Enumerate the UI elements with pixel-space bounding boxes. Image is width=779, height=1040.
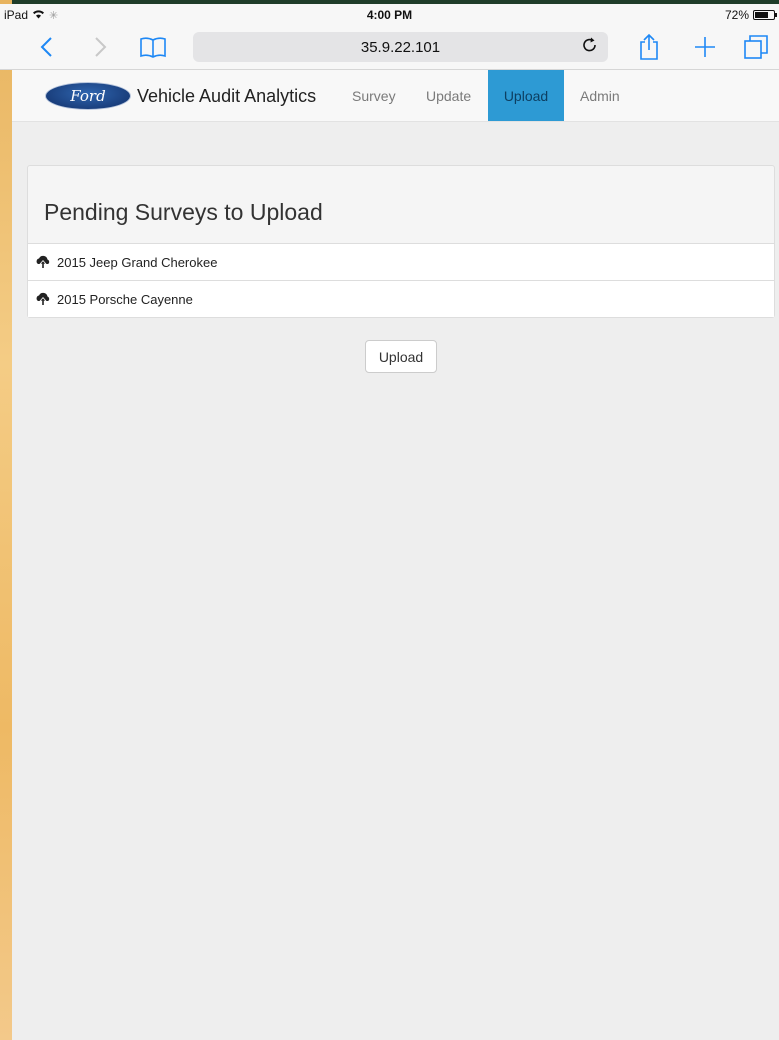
list-item[interactable]: 2015 Jeep Grand Cherokee (28, 243, 774, 280)
main-content: Pending Surveys to Upload 2015 Jeep Gran… (12, 122, 779, 1040)
pending-surveys-panel: Pending Surveys to Upload 2015 Jeep Gran… (27, 165, 775, 318)
app-navbar: Ford Vehicle Audit Analytics Survey Upda… (12, 70, 779, 122)
forward-icon[interactable] (89, 32, 113, 62)
status-right: 72% (724, 8, 777, 22)
bookmarks-icon[interactable] (138, 32, 168, 62)
nav-item-upload[interactable]: Upload (488, 70, 564, 121)
nav-item-update[interactable]: Update (412, 70, 485, 121)
list-item[interactable]: 2015 Porsche Cayenne (28, 280, 774, 317)
tabs-icon[interactable] (742, 32, 770, 62)
nav-item-survey[interactable]: Survey (338, 70, 410, 121)
upload-button[interactable]: Upload (365, 340, 437, 373)
back-icon[interactable] (34, 32, 58, 62)
reload-icon[interactable] (582, 36, 598, 59)
cloud-upload-icon (35, 255, 51, 269)
address-bar[interactable]: 35.9.22.101 (193, 32, 608, 62)
status-time: 4:00 PM (366, 8, 413, 22)
url-text: 35.9.22.101 (360, 39, 441, 56)
window-frame-left (0, 0, 12, 1040)
new-tab-icon[interactable] (692, 32, 718, 62)
list-item-label: 2015 Porsche Cayenne (57, 291, 193, 307)
ford-logo[interactable]: Ford (45, 82, 131, 110)
battery-percent: 72% (724, 8, 749, 22)
status-bar: iPad ✳ 4:00 PM 72% (0, 4, 779, 26)
logo-text: Ford (70, 87, 106, 105)
battery-icon (753, 10, 777, 20)
panel-title: Pending Surveys to Upload (44, 199, 323, 225)
list-item-label: 2015 Jeep Grand Cherokee (57, 254, 218, 270)
brand-title[interactable]: Vehicle Audit Analytics (137, 86, 316, 107)
share-icon[interactable] (636, 32, 662, 62)
cloud-upload-icon (35, 292, 51, 306)
battery-fill (755, 12, 768, 18)
browser-toolbar: 35.9.22.101 (0, 26, 779, 70)
nav-item-admin[interactable]: Admin (566, 70, 634, 121)
